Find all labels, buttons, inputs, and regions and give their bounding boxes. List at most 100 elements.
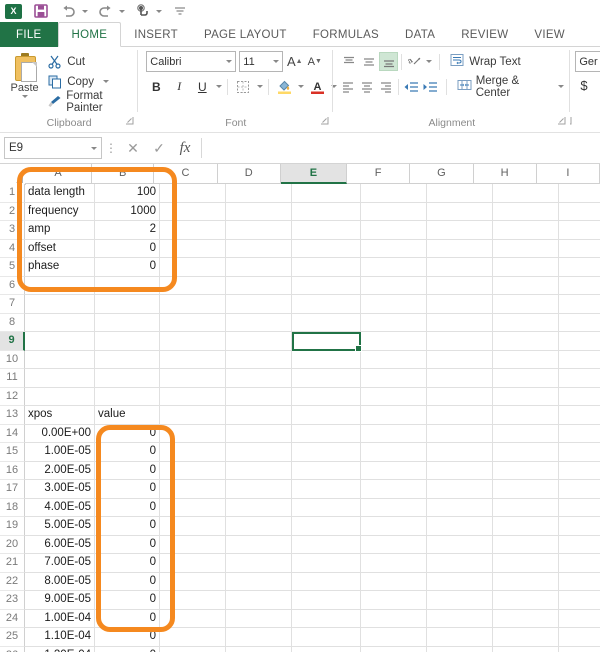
column-header-g[interactable]: G — [410, 164, 473, 184]
cell-D11[interactable] — [226, 369, 292, 388]
row-header-9[interactable]: 9 — [0, 332, 25, 351]
cell-D1[interactable] — [226, 184, 292, 203]
paste-dropdown-icon[interactable] — [22, 95, 28, 98]
cell-F25[interactable] — [361, 628, 427, 647]
row-header-17[interactable]: 17 — [0, 480, 25, 499]
cell-D23[interactable] — [226, 591, 292, 610]
row-header-3[interactable]: 3 — [0, 221, 25, 240]
cell-F18[interactable] — [361, 499, 427, 518]
cell-G12[interactable] — [427, 388, 493, 407]
cell-C20[interactable] — [160, 536, 226, 555]
cell-H17[interactable] — [493, 480, 559, 499]
cell-E13[interactable] — [292, 406, 361, 425]
undo-icon[interactable] — [58, 2, 78, 20]
cell-H15[interactable] — [493, 443, 559, 462]
cell-G26[interactable] — [427, 647, 493, 653]
tab-view[interactable]: VIEW — [521, 22, 578, 47]
cell-G23[interactable] — [427, 591, 493, 610]
cell-H20[interactable] — [493, 536, 559, 555]
cell-D22[interactable] — [226, 573, 292, 592]
insert-function-icon[interactable]: fx — [172, 137, 198, 159]
row-header-22[interactable]: 22 — [0, 573, 25, 592]
cell-H2[interactable] — [493, 203, 559, 222]
cell-C5[interactable] — [160, 258, 226, 277]
row-header-18[interactable]: 18 — [0, 499, 25, 518]
cell-B22[interactable]: 0 — [95, 573, 160, 592]
cell-C12[interactable] — [160, 388, 226, 407]
cell-G14[interactable] — [427, 425, 493, 444]
cell-D3[interactable] — [226, 221, 292, 240]
cell-I16[interactable] — [559, 462, 600, 481]
cell-F11[interactable] — [361, 369, 427, 388]
align-top-button[interactable] — [339, 52, 358, 71]
increase-indent-button[interactable] — [421, 77, 439, 96]
cell-A18[interactable]: 4.00E-05 — [25, 499, 95, 518]
row-header-24[interactable]: 24 — [0, 610, 25, 629]
cell-F7[interactable] — [361, 295, 427, 314]
cell-D6[interactable] — [226, 277, 292, 296]
cell-B8[interactable] — [95, 314, 160, 333]
cell-C16[interactable] — [160, 462, 226, 481]
font-size-dropdown-icon[interactable] — [273, 60, 279, 63]
copy-dropdown-icon[interactable] — [103, 80, 109, 83]
column-header-b[interactable]: B — [92, 164, 154, 184]
cell-C8[interactable] — [160, 314, 226, 333]
cell-B4[interactable]: 0 — [95, 240, 160, 259]
cell-A3[interactable]: amp — [25, 221, 95, 240]
cell-D15[interactable] — [226, 443, 292, 462]
cell-A20[interactable]: 6.00E-05 — [25, 536, 95, 555]
wrap-text-button[interactable]: Wrap Text — [447, 52, 520, 71]
cell-I24[interactable] — [559, 610, 600, 629]
cell-E6[interactable] — [292, 277, 361, 296]
cell-D9[interactable] — [226, 332, 292, 351]
cell-E2[interactable] — [292, 203, 361, 222]
row-header-20[interactable]: 20 — [0, 536, 25, 555]
cell-E21[interactable] — [292, 554, 361, 573]
cell-A14[interactable]: 0.00E+00 — [25, 425, 95, 444]
cell-F20[interactable] — [361, 536, 427, 555]
cell-G24[interactable] — [427, 610, 493, 629]
cell-H21[interactable] — [493, 554, 559, 573]
cell-F22[interactable] — [361, 573, 427, 592]
cell-G2[interactable] — [427, 203, 493, 222]
cell-A26[interactable]: 1.20E-04 — [25, 647, 95, 653]
cell-H10[interactable] — [493, 351, 559, 370]
tab-page-layout[interactable]: PAGE LAYOUT — [191, 22, 300, 47]
cell-I7[interactable] — [559, 295, 600, 314]
cell-D18[interactable] — [226, 499, 292, 518]
cell-C22[interactable] — [160, 573, 226, 592]
touch-mode-dropdown-icon[interactable] — [156, 10, 162, 13]
cell-D19[interactable] — [226, 517, 292, 536]
cell-A21[interactable]: 7.00E-05 — [25, 554, 95, 573]
cell-D25[interactable] — [226, 628, 292, 647]
cell-F1[interactable] — [361, 184, 427, 203]
cell-D21[interactable] — [226, 554, 292, 573]
cell-H18[interactable] — [493, 499, 559, 518]
cell-A22[interactable]: 8.00E-05 — [25, 573, 95, 592]
cell-I13[interactable] — [559, 406, 600, 425]
cell-H12[interactable] — [493, 388, 559, 407]
cell-I19[interactable] — [559, 517, 600, 536]
cell-H9[interactable] — [493, 332, 559, 351]
cell-I23[interactable] — [559, 591, 600, 610]
cell-H14[interactable] — [493, 425, 559, 444]
underline-dropdown-icon[interactable] — [216, 85, 222, 88]
cell-B7[interactable] — [95, 295, 160, 314]
align-left-button[interactable] — [339, 77, 357, 96]
cell-I1[interactable] — [559, 184, 600, 203]
cell-F13[interactable] — [361, 406, 427, 425]
cell-C11[interactable] — [160, 369, 226, 388]
cell-C13[interactable] — [160, 406, 226, 425]
cell-B20[interactable]: 0 — [95, 536, 160, 555]
cell-I17[interactable] — [559, 480, 600, 499]
cell-G11[interactable] — [427, 369, 493, 388]
redo-dropdown-icon[interactable] — [119, 10, 125, 13]
tab-review[interactable]: REVIEW — [448, 22, 521, 47]
font-dialog-launcher-icon[interactable] — [321, 117, 329, 125]
cell-I4[interactable] — [559, 240, 600, 259]
cell-C9[interactable] — [160, 332, 226, 351]
column-header-h[interactable]: H — [474, 164, 537, 184]
align-middle-button[interactable] — [359, 52, 378, 71]
cell-G1[interactable] — [427, 184, 493, 203]
formula-input[interactable] — [201, 138, 596, 158]
